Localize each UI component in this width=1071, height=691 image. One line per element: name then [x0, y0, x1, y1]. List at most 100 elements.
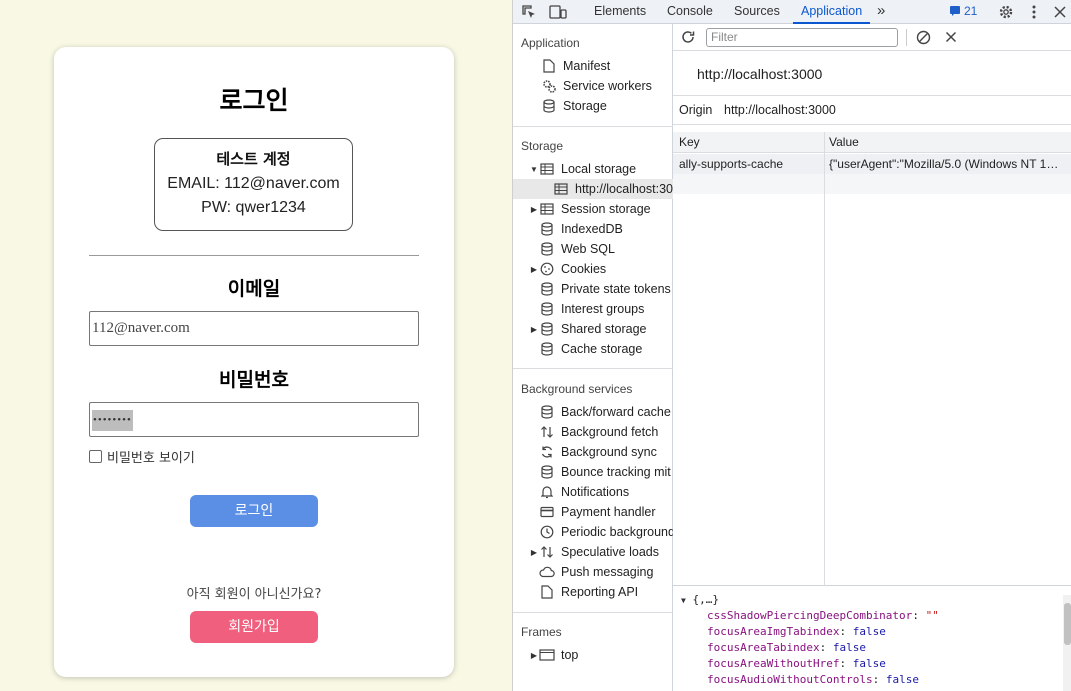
toolbar-separator	[906, 29, 907, 46]
database-icon	[539, 281, 555, 297]
sidebar-item-indexeddb[interactable]: IndexedDB	[513, 219, 673, 239]
sidebar-section-frames: Frames	[521, 625, 562, 639]
sidebar-item-periodic-background-sync[interactable]: Periodic background	[513, 522, 673, 542]
bell-icon	[539, 484, 555, 500]
sidebar-item-local-storage[interactable]: ▼ Local storage	[513, 159, 673, 179]
expanded-arrow-icon[interactable]: ▼	[681, 596, 686, 605]
sidebar-item-storage[interactable]: Storage	[513, 96, 673, 116]
column-header-key[interactable]: Key	[679, 135, 700, 149]
password-input[interactable]: ••••••••	[89, 402, 419, 437]
issues-count: 21	[964, 4, 978, 18]
signup-prompt: 아직 회원이 아니신가요?	[186, 587, 322, 602]
preview-entry: focusAudioWithoutControls: false	[707, 673, 919, 686]
row-value: {"userAgent":"Mozilla/5.0 (Windows NT 1…	[829, 157, 1059, 171]
show-password-label: 비밀번호 보이기	[107, 451, 195, 466]
close-devtools-icon[interactable]	[1051, 2, 1069, 22]
collapsed-arrow-icon[interactable]: ▶	[529, 651, 539, 660]
preview-scrollbar[interactable]	[1063, 595, 1071, 691]
sidebar-item-manifest[interactable]: Manifest	[513, 56, 673, 76]
table-icon	[553, 181, 569, 197]
sidebar-item-shared-storage[interactable]: ▶ Shared storage	[513, 319, 673, 339]
scrollbar-thumb[interactable]	[1064, 603, 1071, 645]
sidebar-item-service-workers[interactable]: Service workers	[513, 76, 673, 96]
sidebar-item-background-fetch[interactable]: Background fetch	[513, 422, 673, 442]
test-account-email: EMAIL: 112@naver.com	[167, 175, 340, 192]
table-row-empty[interactable]	[673, 174, 1071, 194]
sidebar-section-background-services: Background services	[521, 382, 633, 396]
sidebar-item-frame-top[interactable]: ▶ top	[513, 645, 673, 665]
collapsed-arrow-icon[interactable]: ▶	[529, 548, 539, 557]
sidebar-item-background-sync[interactable]: Background sync	[513, 442, 673, 462]
database-icon	[541, 98, 557, 114]
sidebar-item-session-storage[interactable]: ▶ Session storage	[513, 199, 673, 219]
database-icon	[539, 404, 555, 420]
issues-badge[interactable]: 21	[949, 4, 977, 18]
database-icon	[539, 464, 555, 480]
table-row[interactable]: ally-supports-cache {"userAgent":"Mozill…	[673, 154, 1071, 174]
sidebar-divider	[513, 126, 673, 127]
sidebar-section-storage: Storage	[521, 139, 564, 153]
tab-console[interactable]: Console	[667, 0, 713, 24]
preview-root[interactable]: ▼ {,…}	[681, 593, 719, 606]
column-header-value[interactable]: Value	[829, 135, 859, 149]
origin-row: Origin http://localhost:3000	[673, 95, 1071, 125]
up-down-arrows-icon	[539, 544, 555, 560]
preview-entry: cssShadowPiercingDeepCombinator: ""	[707, 609, 939, 622]
delete-selected-icon[interactable]	[942, 27, 960, 47]
email-label: 이메일	[227, 278, 281, 300]
document-icon	[539, 584, 555, 600]
filter-input[interactable]: Filter	[706, 28, 898, 47]
refresh-icon[interactable]	[679, 27, 697, 47]
row-key: ally-supports-cache	[679, 157, 784, 171]
sidebar-item-reporting-api[interactable]: Reporting API	[513, 582, 673, 602]
inspect-element-icon[interactable]	[519, 2, 539, 22]
show-password-toggle[interactable]: 비밀번호 보이기	[89, 447, 195, 466]
expanded-arrow-icon[interactable]: ▼	[529, 165, 539, 174]
sidebar-item-interest-groups[interactable]: Interest groups	[513, 299, 673, 319]
tab-elements[interactable]: Elements	[594, 0, 646, 24]
application-sidebar: Application Manifest Service workers Sto…	[513, 24, 673, 691]
sidebar-item-push-messaging[interactable]: Push messaging	[513, 562, 673, 582]
database-icon	[539, 341, 555, 357]
sidebar-item-local-storage-origin[interactable]: http://localhost:30	[513, 179, 673, 199]
password-label: 비밀번호	[219, 369, 289, 391]
sidebar-item-bounce-tracking[interactable]: Bounce tracking mit	[513, 462, 673, 482]
clear-all-icon[interactable]	[914, 27, 932, 47]
login-button[interactable]: 로그인	[190, 495, 318, 527]
storage-data-grid: Key Value ally-supports-cache {"userAgen…	[673, 132, 1071, 586]
storage-toolbar: Filter	[673, 24, 1071, 51]
sidebar-item-back-forward-cache[interactable]: Back/forward cache	[513, 402, 673, 422]
sidebar-item-notifications[interactable]: Notifications	[513, 482, 673, 502]
column-divider	[824, 132, 825, 586]
login-title: 로그인	[219, 86, 289, 115]
sync-icon	[539, 444, 555, 460]
database-icon	[539, 321, 555, 337]
devtools-tabbar: Elements Console Sources Application » 2…	[513, 0, 1071, 24]
signup-button[interactable]: 회원가입	[190, 611, 318, 643]
collapsed-arrow-icon[interactable]: ▶	[529, 265, 539, 274]
storage-origin-title: http://localhost:3000	[697, 66, 823, 82]
settings-gear-icon[interactable]	[997, 2, 1015, 22]
more-tabs-icon[interactable]: »	[877, 0, 885, 24]
sidebar-item-speculative-loads[interactable]: ▶ Speculative loads	[513, 542, 673, 562]
more-options-icon[interactable]	[1025, 2, 1043, 22]
cookie-icon	[539, 261, 555, 277]
sidebar-item-cookies[interactable]: ▶ Cookies	[513, 259, 673, 279]
sidebar-item-payment-handler[interactable]: Payment handler	[513, 502, 673, 522]
frame-icon	[539, 647, 555, 663]
sidebar-item-web-sql[interactable]: Web SQL	[513, 239, 673, 259]
collapsed-arrow-icon[interactable]: ▶	[529, 205, 539, 214]
sidebar-item-cache-storage[interactable]: Cache storage	[513, 339, 673, 359]
device-toolbar-icon[interactable]	[547, 2, 569, 22]
tab-application[interactable]: Application	[793, 0, 871, 24]
show-password-checkbox[interactable]	[89, 450, 102, 463]
collapsed-arrow-icon[interactable]: ▶	[529, 325, 539, 334]
sidebar-item-private-state-tokens[interactable]: Private state tokens	[513, 279, 673, 299]
table-icon	[539, 161, 555, 177]
test-account-box: 테스트 계정 EMAIL: 112@naver.com PW: qwer1234	[154, 138, 353, 231]
divider	[89, 255, 419, 256]
email-input[interactable]: 112@naver.com	[89, 311, 419, 346]
tab-sources[interactable]: Sources	[734, 0, 780, 24]
sidebar-section-application: Application	[521, 36, 580, 50]
preview-entry: focusAreaImgTabindex: false	[707, 625, 886, 638]
